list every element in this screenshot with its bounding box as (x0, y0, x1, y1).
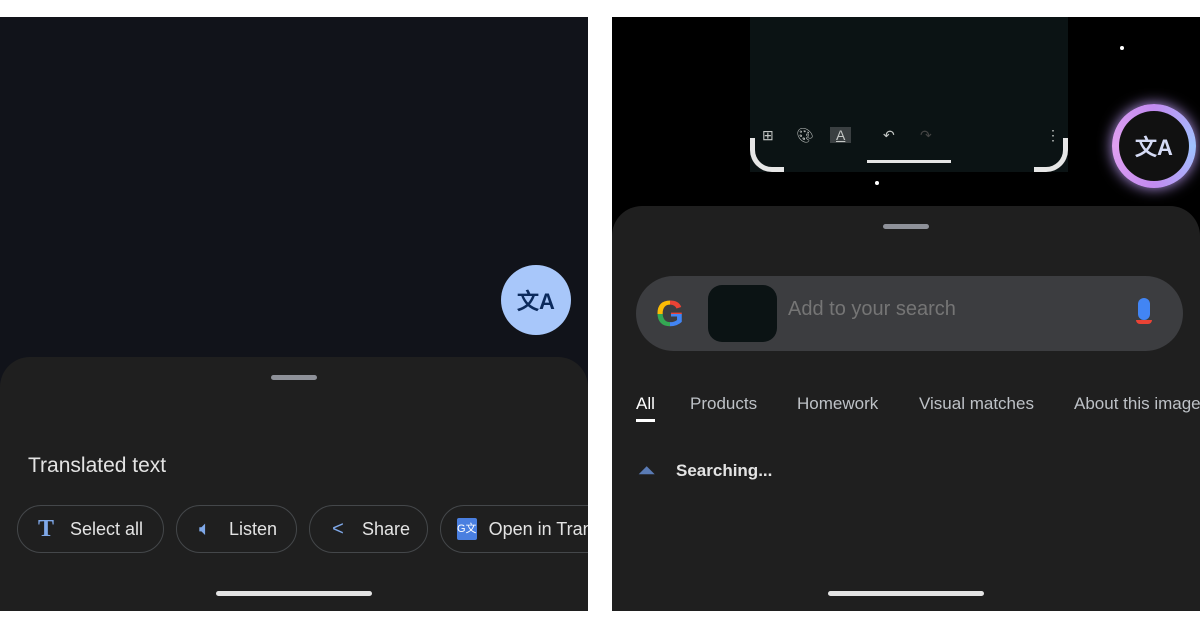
dot (1120, 46, 1124, 50)
translate-button[interactable]: 文A (501, 265, 571, 335)
home-indicator (216, 591, 372, 596)
tab-products[interactable]: Products (690, 394, 757, 414)
drag-handle[interactable] (883, 224, 929, 229)
tab-all[interactable]: All (636, 394, 655, 414)
home-indicator (828, 591, 984, 596)
share-icon: < (332, 517, 344, 540)
dot (875, 181, 879, 185)
chip-label: Listen (229, 518, 278, 539)
select-all-button[interactable]: T Select all (17, 505, 164, 553)
palette-icon: 🎨︎ (796, 127, 814, 143)
share-button[interactable]: < Share (309, 505, 428, 553)
screenshot-preview: ⊞ 🎨︎ A ↶ ↷ ⋮ (750, 17, 1068, 172)
search-input[interactable] (788, 298, 1118, 321)
speaker-icon: 🔈︎ (199, 517, 211, 540)
microphone-icon[interactable] (1138, 298, 1150, 320)
translate-icon: 文A (517, 289, 555, 314)
flask-icon: ⏶ (638, 458, 656, 483)
active-tab-indicator (636, 419, 655, 422)
open-in-translate-button[interactable]: G文 Open in Translate (440, 505, 588, 553)
translate-icon: 文A (1135, 135, 1173, 160)
undo-icon: ↶ (883, 127, 895, 143)
google-logo-icon: G (656, 293, 685, 334)
translate-screen: 文A Translated text T Select all 🔈︎ Listen … (0, 17, 588, 611)
image-thumbnail[interactable] (708, 285, 777, 342)
tab-visual-matches[interactable]: Visual matches (919, 394, 1034, 414)
text-format-icon: A (830, 127, 852, 143)
translate-button[interactable]: 文A (1112, 104, 1196, 188)
microphone-base (1136, 320, 1152, 324)
tab-homework[interactable]: Homework (797, 394, 878, 414)
redo-icon: ↷ (920, 127, 932, 143)
lens-screen: ⊞ 🎨︎ A ↶ ↷ ⋮ 文A G All Products Homework … (612, 17, 1200, 611)
chip-label: Share (362, 518, 411, 539)
listen-button[interactable]: 🔈︎ Listen (176, 505, 297, 553)
drag-handle[interactable] (271, 375, 317, 380)
chip-label: Select all (70, 518, 144, 539)
translated-text-heading: Translated text (28, 454, 167, 477)
search-bar[interactable]: G (636, 276, 1183, 351)
chip-label: Open in Translate (488, 518, 588, 539)
tab-about-this-image[interactable]: About this image (1074, 394, 1200, 414)
google-translate-icon: G文 (457, 518, 477, 540)
preview-home-bar (867, 160, 951, 163)
bottom-sheet (0, 357, 588, 611)
text-select-icon: T (37, 515, 54, 542)
searching-status: Searching... (676, 461, 773, 480)
